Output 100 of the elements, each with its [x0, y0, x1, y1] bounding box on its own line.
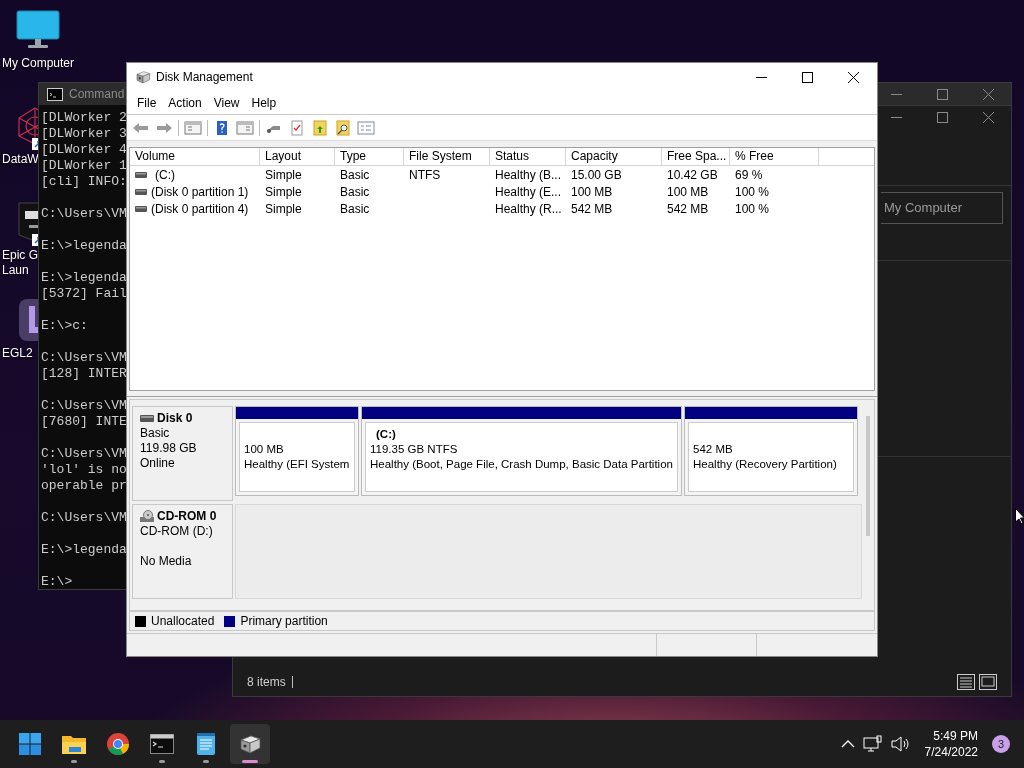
disk-type: CD-ROM (D:) [140, 524, 214, 539]
maximize-icon [936, 88, 948, 100]
details-view-icon[interactable] [957, 674, 975, 690]
tile-icon [18, 298, 40, 342]
desktop-icon-label[interactable]: My Computer [2, 56, 75, 71]
terminal-line: [DLWorker 1 [41, 158, 127, 174]
taskbar-app-button[interactable] [230, 724, 270, 764]
terminal-line: C:\Users\VM [41, 206, 127, 222]
disk-size: 119.98 GB [140, 441, 198, 456]
column-header[interactable]: File System [404, 148, 490, 165]
cd-drive-icon [140, 510, 154, 523]
column-header[interactable]: Status [490, 148, 566, 165]
close-icon [982, 111, 994, 123]
partition-block[interactable]: (C:) 119.35 GB NTFS Healthy (Boot, Page File, Crash Dump, Basic Data Partition [361, 406, 682, 496]
terminal-line: [DLWorker 4 [41, 142, 127, 158]
partition-text: Healthy (Recovery Partition) [693, 457, 838, 472]
column-header[interactable]: Type [335, 148, 404, 165]
table-cell-text: NTFS [409, 166, 441, 184]
browser-icon [106, 732, 130, 756]
legend-label: Primary partition [240, 613, 328, 630]
partition-block[interactable]: 542 MB Healthy (Recovery Partition) [684, 406, 858, 496]
desktop-icon-label[interactable]: DataW [2, 152, 39, 167]
clock-date[interactable]: 7/24/2022 [924, 744, 978, 760]
table-cell-text: (Disk 0 partition 4) [151, 200, 249, 218]
speaker-icon[interactable] [890, 736, 911, 752]
column-header[interactable]: Volume [130, 148, 260, 165]
partition-text: 542 MB [693, 442, 734, 457]
table-cell-text: (C:) [154, 166, 175, 184]
disk-name: Disk 0 [157, 411, 193, 426]
terminal-line: operable pr [41, 478, 127, 494]
table-cell-text: 10.42 GB [667, 166, 718, 184]
disk-status: Online [140, 456, 176, 471]
partition-text: Healthy (Boot, Page File, Crash Dump, Basic Data Partition [370, 457, 674, 472]
scrollbar[interactable] [866, 416, 870, 536]
close-icon [982, 88, 994, 100]
notepad-icon [196, 732, 216, 756]
disk-status: No Media [140, 554, 193, 569]
table-cell-text: Simple [265, 166, 302, 184]
partition-block[interactable]: 100 MB Healthy (EFI System [235, 406, 359, 496]
monitor-icon [16, 10, 60, 50]
disk-info-panel[interactable]: CD-ROM 0 CD-ROM (D:) No Media [132, 504, 233, 599]
terminal-line: [cli] INFO: [41, 174, 127, 190]
window-title: Command [69, 86, 125, 103]
address-field[interactable]: My Computer [881, 192, 1003, 224]
table-cell-text: 100 MB [667, 183, 709, 201]
legend-label: Unallocated [151, 613, 215, 630]
mesh-icon [18, 107, 40, 145]
partition-text: 100 MB [244, 442, 285, 457]
volume-icon [135, 171, 147, 178]
terminal-line: E:\>c: [41, 318, 88, 334]
menu-item[interactable]: View [207, 93, 246, 112]
volume-icon [135, 205, 147, 212]
terminal-line: [7680] INTE [41, 414, 127, 430]
terminal-icon [150, 734, 174, 754]
hard-drive-icon [140, 414, 154, 423]
desktop-icon-label[interactable]: Laun [2, 263, 38, 278]
terminal-line: E:\>legenda [41, 238, 127, 254]
disk-drive-icon [135, 69, 151, 85]
terminal-line: C:\Users\VM [41, 350, 127, 366]
table-cell-text: 69 % [735, 166, 763, 184]
terminal-line: E:\>legenda [41, 542, 127, 558]
network-icon[interactable] [862, 735, 883, 753]
column-header[interactable]: Layout [260, 148, 335, 165]
table-cell-text: 542 MB [667, 200, 709, 218]
desktop-icon-label[interactable]: EGL2 [2, 346, 33, 361]
terminal-line: [5372] Fail [41, 286, 127, 302]
menu-item[interactable]: Action [162, 93, 208, 112]
menu-item[interactable]: File [131, 93, 163, 112]
terminal-line: [DLWorker 2 [41, 110, 127, 126]
windows-icon [18, 732, 42, 756]
table-cell-text: Basic [340, 166, 370, 184]
terminal-line: 'lol' is no [41, 462, 127, 478]
table-cell-text: 542 MB [571, 200, 613, 218]
menu-item[interactable]: Help [245, 93, 283, 112]
column-header[interactable]: Capacity [566, 148, 662, 165]
column-header[interactable]: Free Spa... [662, 148, 730, 165]
terminal-icon [47, 87, 63, 101]
partition-text: Healthy (EFI System [244, 457, 351, 472]
close-icon [847, 71, 859, 83]
disk-drive-icon [238, 732, 262, 756]
disk-name: CD-ROM 0 [157, 509, 217, 524]
partition-label: (C:) [375, 427, 397, 442]
maximize-icon [936, 111, 948, 123]
table-cell-text: Healthy (B... [495, 166, 562, 184]
notification-badge[interactable]: 3 [992, 735, 1010, 753]
status-separator [292, 676, 293, 688]
column-header[interactable]: % Free [730, 148, 819, 165]
table-cell-text: Healthy (R... [495, 200, 562, 218]
disk-type: Basic [140, 426, 171, 441]
tiles-view-icon[interactable] [979, 674, 997, 690]
terminal-line: E:\>legenda [41, 270, 127, 286]
clock-time[interactable]: 5:49 PM [933, 728, 978, 744]
table-cell-text: 100 MB [571, 183, 613, 201]
desktop-icon-label[interactable]: Epic G [2, 248, 38, 263]
chevron-up-icon[interactable] [840, 739, 855, 749]
terminal-line: C:\Users\VM [41, 398, 127, 414]
table-cell-text: Simple [265, 200, 302, 218]
table-cell-text: 100 % [735, 200, 770, 218]
disk-info-panel[interactable]: Disk 0 Basic 119.98 GB Online [132, 406, 233, 501]
table-cell-text: 100 % [735, 183, 770, 201]
